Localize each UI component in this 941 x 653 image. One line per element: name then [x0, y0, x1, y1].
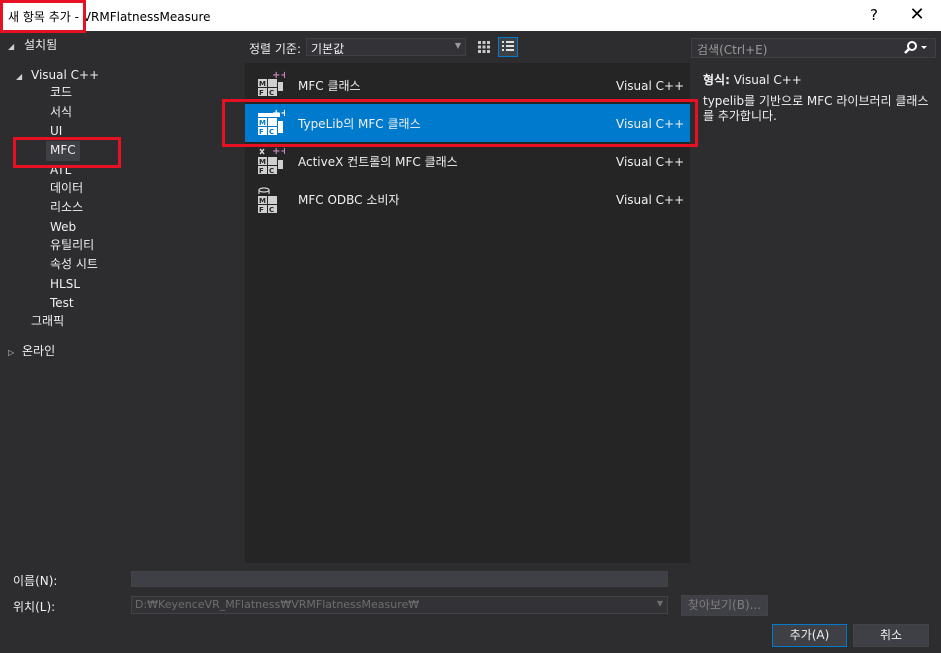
name-field[interactable]	[131, 571, 668, 587]
project-name: VRMFlatnessMeasure	[82, 10, 211, 24]
info-panel: 검색(Ctrl+E) 형식: Visual C++ typelib를 기반으로 …	[690, 31, 941, 563]
tree-item-resource[interactable]: 리소스	[50, 198, 83, 217]
dialog-title: 새 항목 추가	[8, 10, 71, 24]
tree-item-label: 온라인	[22, 344, 56, 358]
selected-item-highlight-box	[222, 99, 698, 147]
tree-item-property-sheet[interactable]: 속성 시트	[50, 255, 98, 274]
browse-button[interactable]: 찾아보기(B)...	[681, 595, 768, 616]
svg-text:F: F	[259, 206, 264, 214]
expand-arrow-icon: ◢	[16, 72, 23, 81]
activex-mfc-class-icon: ++ M F C	[255, 145, 289, 177]
bottom-form: 이름(N): 위치(L): D:₩KeyenceVR_MFlatness₩VRM…	[0, 563, 941, 653]
title-separator: -	[70, 10, 83, 24]
tree-item-data[interactable]: 데이터	[50, 179, 83, 198]
tree-item-installed[interactable]: ◢ 설치됨	[8, 36, 57, 55]
category-tree: ◢ 설치됨 ◢ Visual C++ 코드 서식 UI MFC ATL 데이터 리소…	[0, 31, 244, 563]
tree-item-hlsl[interactable]: HLSL	[50, 275, 80, 294]
name-label: 이름(N):	[13, 574, 58, 588]
sort-value: 기본값	[311, 42, 345, 56]
list-item[interactable]: M F C MFC ODBC 소비자 Visual C++	[245, 180, 690, 218]
tree-item-test[interactable]: Test	[50, 294, 74, 313]
item-language: Visual C++	[616, 155, 685, 169]
item-language: Visual C++	[616, 79, 685, 93]
svg-text:C: C	[269, 206, 274, 214]
info-description: typelib를 기반으로 MFC 라이브러리 클래스를 추가합니다.	[703, 94, 929, 123]
item-name: MFC 클래스	[298, 79, 361, 93]
search-input[interactable]: 검색(Ctrl+E)	[691, 38, 936, 58]
search-placeholder: 검색(Ctrl+E)	[697, 43, 768, 57]
location-field[interactable]: D:₩KeyenceVR_MFlatness₩VRMFlatnessMeasur…	[131, 596, 668, 614]
sort-dropdown[interactable]: 기본값 ▼	[306, 38, 466, 56]
sort-label: 정렬 기준:	[249, 42, 302, 56]
tree-item-label: Visual C++	[31, 68, 100, 82]
expand-arrow-icon: ◢	[8, 42, 15, 51]
window-title: 새 항목 추가 - VRMFlatnessMeasure	[8, 8, 211, 25]
template-toolbar: 정렬 기준: 기본값 ▼	[244, 31, 690, 63]
tree-item-template[interactable]: 서식	[50, 103, 72, 122]
tree-item-utility[interactable]: 유틸리티	[50, 236, 94, 255]
list-item[interactable]: ++ M F C ActiveX 컨트롤의 MFC 클래스 Visual C++	[245, 142, 690, 180]
grid-view-button[interactable]	[474, 37, 494, 57]
tree-item-label: 설치됨	[24, 38, 58, 52]
list-view-button[interactable]	[498, 37, 518, 57]
chevron-down-icon: ▼	[454, 41, 461, 50]
close-button[interactable]: ✕	[905, 4, 929, 26]
svg-text:++: ++	[272, 146, 285, 157]
mfc-highlight-box	[13, 137, 121, 168]
location-value: D:₩KeyenceVR_MFlatness₩VRMFlatnessMeasur…	[135, 598, 420, 611]
tree-item-online[interactable]: ▷ 온라인	[8, 342, 55, 361]
chevron-down-icon: ▼	[656, 599, 663, 608]
tree-item-graphics[interactable]: 그래픽	[31, 312, 64, 331]
item-name: ActiveX 컨트롤의 MFC 클래스	[298, 155, 458, 169]
location-label: 위치(L):	[13, 600, 56, 614]
mfc-class-icon: ++ M F C	[255, 69, 289, 101]
item-name: MFC ODBC 소비자	[298, 193, 400, 207]
mfc-odbc-consumer-icon: M F C	[255, 183, 285, 215]
cancel-button[interactable]: 취소	[853, 624, 929, 647]
svg-text:C: C	[269, 167, 274, 175]
search-icon[interactable]	[900, 40, 930, 56]
svg-text:F: F	[259, 89, 264, 97]
info-type-value: Visual C++	[733, 73, 802, 87]
tree-item-code[interactable]: 코드	[50, 83, 72, 102]
svg-text:M: M	[259, 197, 266, 205]
title-bar: 새 항목 추가 - VRMFlatnessMeasure ? ✕	[0, 0, 941, 33]
svg-text:M: M	[259, 158, 266, 166]
svg-text:F: F	[259, 167, 264, 175]
help-button[interactable]: ?	[862, 4, 886, 26]
list-view-icon	[502, 41, 514, 51]
info-type-label: 형식:	[703, 73, 730, 87]
svg-text:C: C	[269, 89, 274, 97]
grid-view-icon	[478, 41, 490, 53]
tree-item-web[interactable]: Web	[50, 218, 76, 237]
info-type: 형식: Visual C++	[703, 71, 802, 88]
add-button[interactable]: 추가(A)	[772, 624, 847, 647]
item-language: Visual C++	[616, 193, 685, 207]
collapse-arrow-icon: ▷	[8, 348, 15, 357]
svg-text:M: M	[259, 80, 266, 88]
